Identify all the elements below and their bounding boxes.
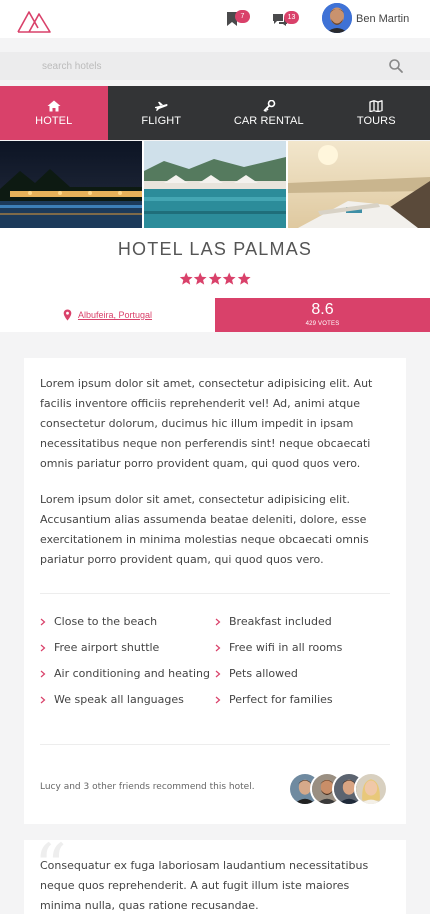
rating-score: 8.6 — [311, 301, 334, 318]
star-icon — [194, 272, 207, 285]
friends-recommendation: Lucy and 3 other friends recommend this … — [40, 782, 255, 792]
search-bar — [0, 52, 430, 80]
review-card: “ Consequatur ex fuga laboriosam laudant… — [24, 836, 406, 914]
friend-avatar[interactable] — [354, 772, 388, 806]
chevron-right-icon — [40, 618, 46, 625]
chevron-right-icon — [215, 644, 221, 651]
chevron-right-icon — [215, 696, 221, 703]
amenity-label: We speak all languages — [54, 693, 184, 706]
description-paragraph: Lorem ipsum dolor sit amet, consectetur … — [40, 493, 369, 566]
star-icon — [179, 272, 193, 285]
star-icon — [222, 272, 236, 285]
search-icon[interactable] — [388, 58, 404, 74]
review-text: Consequatur ex fuga laboriosam laudantiu… — [40, 859, 369, 912]
amenity-item: Breakfast included — [215, 615, 332, 628]
hotel-location[interactable]: Albufeira, Portugal — [0, 298, 215, 332]
amenity-item: Free wifi in all rooms — [215, 641, 342, 654]
amenity-item: Free airport shuttle — [40, 641, 159, 654]
bookmarks-button[interactable]: 7 — [226, 8, 250, 30]
friend-avatars[interactable] — [288, 772, 388, 806]
chevron-right-icon — [40, 644, 46, 651]
rating-box: 8.6 429 VOTES — [215, 298, 430, 332]
map-pin-icon — [63, 309, 72, 321]
tab-label: FLIGHT — [141, 114, 182, 127]
seaside-terrace-image — [288, 141, 430, 228]
vote-count: 429 VOTES — [305, 321, 340, 327]
user-avatar[interactable] — [322, 3, 352, 33]
amenity-label: Free wifi in all rooms — [229, 641, 343, 654]
photo-gallery — [0, 141, 430, 228]
search-input[interactable] — [32, 56, 372, 76]
tab-tours[interactable]: TOURS — [323, 86, 430, 140]
tab-car-rental[interactable]: CAR RENTAL — [215, 86, 323, 140]
bookmark-count-badge: 7 — [235, 10, 250, 23]
photo-night-pool[interactable] — [0, 141, 142, 228]
location-link[interactable]: Albufeira, Portugal — [78, 310, 152, 320]
description-paragraph: Lorem ipsum dolor sit amet, consectetur … — [40, 377, 373, 470]
amenity-label: Perfect for families — [229, 693, 333, 706]
amenity-label: Air conditioning and heating — [54, 667, 210, 680]
tab-hotel[interactable]: HOTEL — [0, 86, 108, 140]
photo-day-pool[interactable] — [144, 141, 286, 228]
amenity-item: Perfect for families — [215, 693, 333, 706]
divider — [40, 593, 390, 594]
day-pool-image — [144, 141, 286, 228]
amenity-item: Air conditioning and heating — [40, 667, 210, 680]
chevron-right-icon — [40, 696, 46, 703]
friend-avatar-image — [356, 774, 386, 804]
star-icon — [237, 272, 251, 285]
hotel-header: HOTEL LAS PALMAS Albufeira, Portugal 8.6… — [0, 228, 430, 332]
tab-label: CAR RENTAL — [233, 114, 304, 127]
amenity-label: Close to the beach — [54, 615, 158, 628]
amenity-item: Close to the beach — [40, 615, 157, 628]
chevron-right-icon — [215, 618, 221, 625]
amenity-label: Pets allowed — [229, 667, 298, 680]
logo-icon[interactable] — [16, 6, 52, 34]
night-pool-image — [0, 141, 142, 228]
map-icon — [369, 99, 383, 112]
chevron-right-icon — [215, 670, 221, 677]
user-name[interactable]: Ben Martin — [356, 13, 409, 25]
user-avatar-image — [322, 3, 352, 33]
home-icon — [47, 100, 61, 111]
plane-icon — [155, 101, 168, 111]
messages-button[interactable]: 13 — [272, 8, 299, 30]
key-icon — [263, 99, 276, 112]
tab-label: TOURS — [356, 114, 396, 127]
amenity-label: Breakfast included — [229, 615, 332, 628]
message-count-badge: 13 — [284, 11, 299, 24]
amenity-item: We speak all languages — [40, 693, 184, 706]
category-tabs: HOTEL FLIGHT CAR RENTAL TOURS — [0, 86, 430, 140]
photo-seaside-terrace[interactable] — [288, 141, 430, 228]
hotel-name: HOTEL LAS PALMAS — [117, 239, 313, 259]
divider — [40, 744, 390, 745]
tab-label: HOTEL — [35, 114, 73, 127]
star-icon — [208, 272, 222, 285]
amenity-item: Pets allowed — [215, 667, 298, 680]
chevron-right-icon — [40, 670, 46, 677]
top-bar: 7 13 Ben Martin — [0, 0, 430, 38]
star-rating — [179, 272, 251, 286]
amenity-label: Free airport shuttle — [54, 641, 160, 654]
description-card: Lorem ipsum dolor sit amet, consectetur … — [24, 358, 406, 824]
tab-flight[interactable]: FLIGHT — [108, 86, 216, 140]
